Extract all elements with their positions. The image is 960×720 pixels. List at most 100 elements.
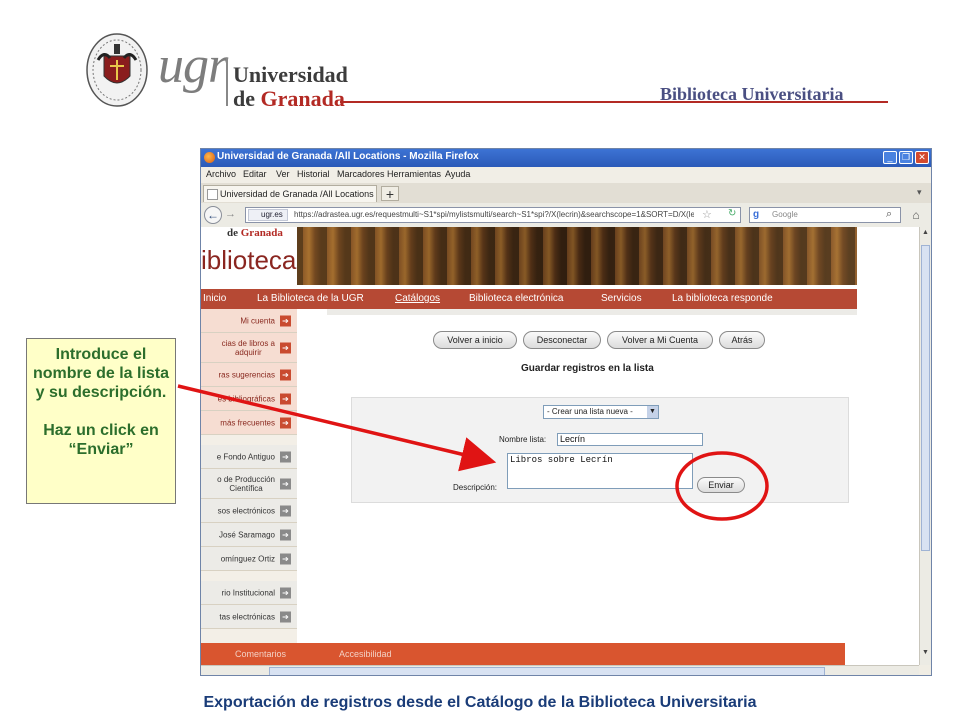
arrow-right-icon: ➔	[280, 393, 291, 404]
maximize-button[interactable]: ❐	[899, 151, 913, 164]
chevron-down-icon[interactable]: ▼	[647, 406, 658, 418]
address-bar[interactable]: ugr.es https://adrastea.ugr.es/requestmu…	[245, 207, 741, 223]
volver-mi-cuenta-button[interactable]: Volver a Mi Cuenta	[607, 331, 713, 349]
university-name-line1: Universidad	[233, 62, 348, 87]
arrow-right-icon: ➔	[280, 553, 291, 564]
sidebar-item-mi-cuenta[interactable]: Mi cuenta ➔	[201, 309, 297, 333]
nav-catalogos[interactable]: Catálogos	[395, 293, 440, 304]
tab-active[interactable]: Universidad de Granada /All Locations	[203, 185, 377, 202]
search-input[interactable]: Google	[772, 210, 798, 219]
sidebar-item-sugerencias[interactable]: ras sugerencias ➔	[201, 363, 297, 387]
arrow-right-icon: ➔	[280, 369, 291, 380]
minimize-button[interactable]: _	[883, 151, 897, 164]
atras-button[interactable]: Atrás	[719, 331, 765, 349]
menu-marcadores[interactable]: Marcadores	[337, 169, 385, 179]
sidebar-item-repositorio[interactable]: rio Institucional ➔	[201, 581, 297, 605]
sidebar-item-frecuentes[interactable]: más frecuentes ➔	[201, 411, 297, 435]
sidebar-item-recursos-electronicos[interactable]: sos electrónicos ➔	[201, 499, 297, 523]
page-icon	[207, 189, 218, 200]
nav-biblioteca-responde[interactable]: La biblioteca responde	[672, 293, 773, 304]
navigation-bar: ← → ugr.es https://adrastea.ugr.es/reque…	[201, 203, 931, 228]
arrow-right-icon: ➔	[280, 505, 291, 516]
description-textarea[interactable]: Libros sobre Lecrín	[507, 453, 693, 489]
arrow-right-icon: ➔	[280, 587, 291, 598]
menu-ayuda[interactable]: Ayuda	[445, 169, 470, 179]
library-title: Biblioteca Universitaria	[660, 84, 844, 104]
enviar-button[interactable]: Enviar	[697, 477, 745, 493]
sidebar-item-label: es bibliográficas	[217, 394, 275, 403]
sidebar-item-compras[interactable]: cias de libros a adquirir ➔	[201, 333, 297, 363]
page-title: Guardar registros en la lista	[521, 363, 654, 374]
nav-servicios[interactable]: Servicios	[601, 293, 642, 304]
back-button[interactable]: ←	[204, 206, 222, 224]
search-icon[interactable]: ⌕	[886, 208, 892, 221]
menu-ver[interactable]: Ver	[276, 169, 290, 179]
callout-text-2: Haz un click en “Enviar”	[43, 422, 159, 458]
scroll-down-icon[interactable]: ▼	[920, 649, 931, 661]
sidebar-item-produccion-cientifica[interactable]: o de Producción Científica ➔	[201, 469, 297, 499]
nav-biblioteca-ugr[interactable]: La Biblioteca de la UGR	[257, 293, 364, 304]
url-text: https://adrastea.ugr.es/requestmulti~S1*…	[294, 210, 694, 219]
list-select[interactable]: - Crear una lista nueva -	[543, 405, 659, 419]
search-bar[interactable]: g Google ⌕	[749, 207, 901, 223]
menu-archivo[interactable]: Archivo	[206, 169, 236, 179]
banner-image-overlay	[297, 227, 857, 285]
sidebar-item-fondo-antiguo[interactable]: e Fondo Antiguo ➔	[201, 445, 297, 469]
site-logo[interactable]: de Granada iblioteca	[201, 227, 297, 285]
forward-button[interactable]: →	[225, 208, 236, 220]
vertical-scroll-thumb[interactable]	[921, 245, 930, 551]
horizontal-scroll-thumb[interactable]	[269, 667, 825, 675]
nav-biblioteca-electronica[interactable]: Biblioteca electrónica	[469, 293, 564, 304]
reload-icon[interactable]: ↻	[728, 208, 736, 219]
title-bar[interactable]: Universidad de Granada /All Locations - …	[201, 149, 931, 167]
sidebar-item-label: cias de libros a adquirir	[221, 338, 275, 357]
footer-comentarios[interactable]: Comentarios	[235, 649, 286, 659]
banner-biblioteca: iblioteca	[201, 245, 297, 275]
sidebar-item-label: sos electrónicos	[217, 506, 275, 515]
scroll-up-icon[interactable]: ▲	[920, 229, 931, 241]
header-divider	[226, 58, 228, 106]
sidebar-item-dominguez-ortiz[interactable]: omínguez Ortiz ➔	[201, 547, 297, 571]
menu-herramientas[interactable]: Herramientas	[387, 169, 441, 179]
ugr-logo-text: ugr	[158, 37, 228, 94]
sidebar-item-saramago[interactable]: José Saramago ➔	[201, 523, 297, 547]
sidebar-item-label: e Fondo Antiguo	[216, 452, 275, 461]
sidebar-item-label: o de Producción Científica	[217, 474, 275, 493]
list-name-input[interactable]: Lecrín	[557, 433, 703, 446]
window-title: Universidad de Granada /All Locations - …	[217, 151, 479, 162]
sidebar-item-bibliograficas[interactable]: es bibliográficas ➔	[201, 387, 297, 411]
banner-de-granada: de Granada	[227, 227, 283, 239]
description-label: Descripción:	[453, 483, 498, 492]
sidebar-item-label: José Saramago	[218, 530, 275, 539]
footer-accesibilidad[interactable]: Accesibilidad	[339, 649, 392, 659]
arrow-right-icon: ➔	[280, 417, 291, 428]
google-icon[interactable]: g	[753, 209, 759, 220]
main-top-bar	[327, 309, 857, 315]
firefox-icon	[204, 152, 215, 163]
nav-inicio[interactable]: Inicio	[203, 293, 226, 304]
site-nav: Inicio La Biblioteca de la UGR Catálogos…	[201, 289, 857, 309]
arrow-right-icon: ➔	[280, 451, 291, 462]
sidebar-item-label: rio Institucional	[221, 588, 275, 597]
tab-list-chevron-icon[interactable]: ▾	[917, 187, 922, 198]
volver-inicio-button[interactable]: Volver a inicio	[433, 331, 517, 349]
arrow-right-icon: ➔	[280, 315, 291, 326]
desconectar-button[interactable]: Desconectar	[523, 331, 601, 349]
sidebar-item-revistas[interactable]: tas electrónicas ➔	[201, 605, 297, 629]
slide-caption: Exportación de registros desde el Catálo…	[203, 694, 757, 711]
menu-editar[interactable]: Editar	[243, 169, 267, 179]
home-icon[interactable]: ⌂	[907, 207, 925, 223]
close-button[interactable]: ✕	[915, 151, 929, 164]
browser-window: Universidad de Granada /All Locations - …	[200, 148, 932, 676]
page-footer: Comentarios Accesibilidad	[201, 643, 845, 665]
menu-historial[interactable]: Historial	[297, 169, 330, 179]
sidebar-item-label: ras sugerencias	[218, 370, 275, 379]
arrow-right-icon: ➔	[280, 342, 291, 353]
arrow-right-icon: ➔	[280, 529, 291, 540]
new-tab-button[interactable]: +	[381, 186, 399, 201]
tab-title: Universidad de Granada /All Locations	[220, 189, 374, 199]
callout-text-1: Introduce el nombre de la lista y su des…	[32, 346, 170, 401]
arrow-right-icon: ➔	[280, 611, 291, 622]
bookmark-star-icon[interactable]: ☆	[702, 208, 712, 221]
site-identity[interactable]: ugr.es	[248, 209, 288, 221]
